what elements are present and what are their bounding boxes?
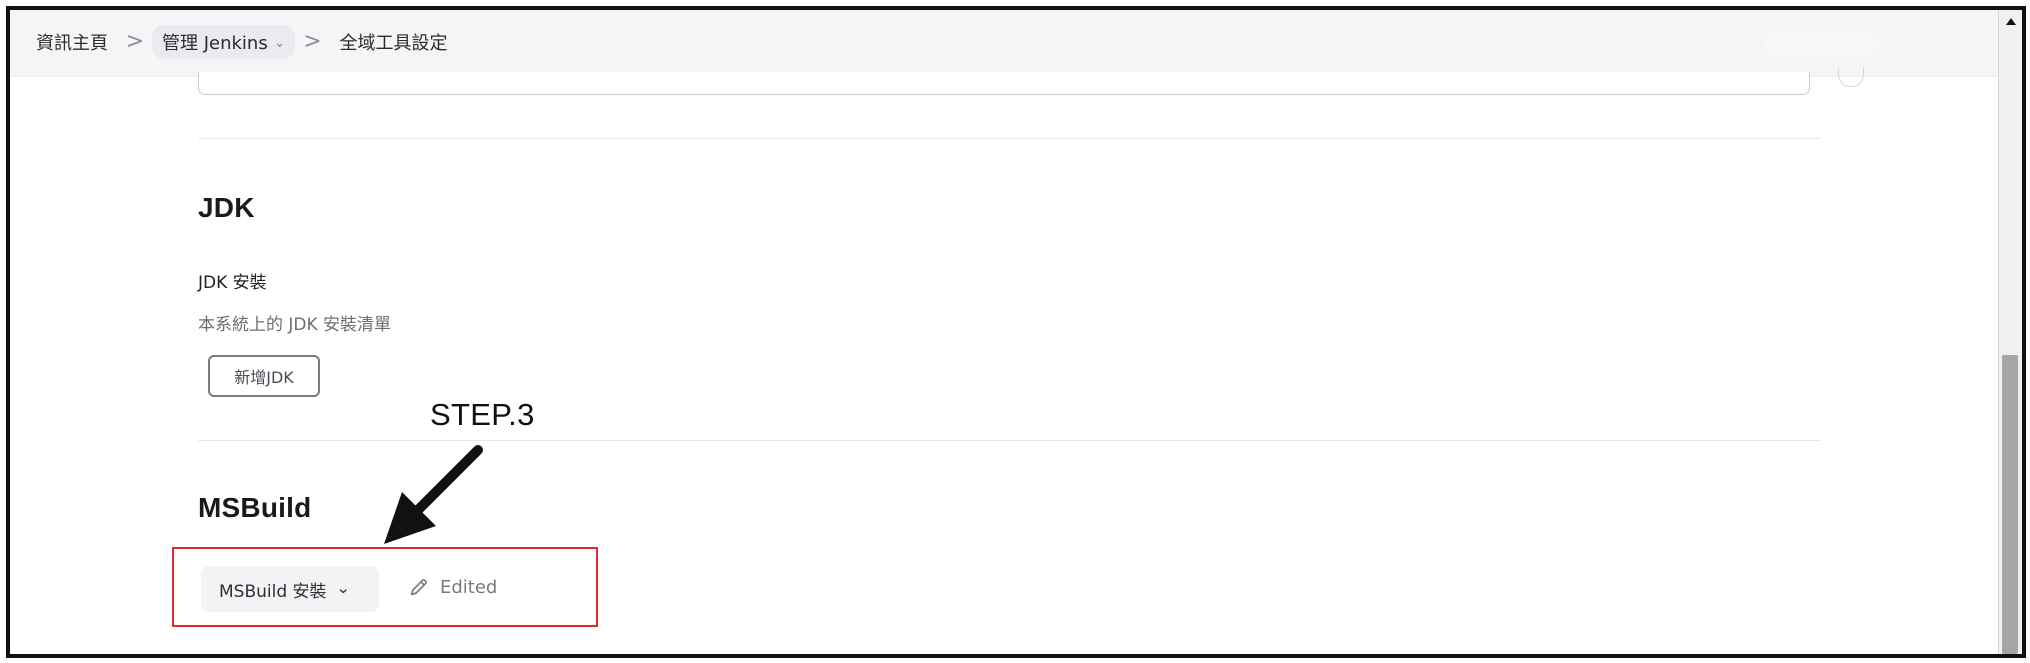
breadcrumb-item-manage-jenkins[interactable]: 管理 Jenkins ⌄ <box>152 25 296 59</box>
chevron-down-icon[interactable]: ⌄ <box>274 35 286 51</box>
annotation-arrow-icon <box>384 445 483 544</box>
help-icon[interactable] <box>1838 68 1864 87</box>
breadcrumb-item-manage-jenkins-label: 管理 Jenkins <box>162 33 268 54</box>
previous-field-input-bottom[interactable] <box>198 72 1810 95</box>
section-divider <box>198 138 1820 139</box>
screenshot-frame: 資訊主頁 > 管理 Jenkins ⌄ > 全域工具設定 JDK JDK 安裝 … <box>6 6 2026 658</box>
chevron-right-icon: > <box>303 29 322 54</box>
section-divider <box>198 440 1820 441</box>
chevron-right-icon: > <box>125 29 145 54</box>
breadcrumb: 資訊主頁 > 管理 Jenkins ⌄ > 全域工具設定 <box>36 24 457 60</box>
jdk-installations-description: 本系統上的 JDK 安裝清單 <box>198 315 392 335</box>
edited-status: Edited <box>408 576 497 598</box>
breadcrumb-item-global-tool-configuration[interactable]: 全域工具設定 <box>329 25 457 59</box>
triangle-up-icon[interactable] <box>2006 18 2016 25</box>
add-jdk-button[interactable]: 新增JDK <box>208 355 320 397</box>
breadcrumb-item-dashboard[interactable]: 資訊主頁 <box>36 25 118 59</box>
scrollbar-thumb[interactable] <box>2002 355 2018 654</box>
pencil-icon <box>410 579 427 596</box>
step-annotation-label: STEP.3 <box>430 397 535 432</box>
top-breadcrumb-bar: 資訊主頁 > 管理 Jenkins ⌄ > 全域工具設定 <box>10 10 1998 77</box>
jdk-installations-label: JDK 安裝 <box>198 273 267 293</box>
top-right-control <box>1764 30 1880 56</box>
msbuild-section-title: MSBuild <box>198 492 312 523</box>
msbuild-installations-dropdown-label: MSBuild 安裝 <box>219 581 327 602</box>
jdk-section-title: JDK <box>198 192 255 223</box>
msbuild-installations-dropdown[interactable]: MSBuild 安裝 ⌄ <box>201 566 379 612</box>
vertical-scrollbar[interactable] <box>1998 10 2022 654</box>
chevron-down-icon: ⌄ <box>335 579 351 597</box>
edited-label: Edited <box>440 576 498 598</box>
